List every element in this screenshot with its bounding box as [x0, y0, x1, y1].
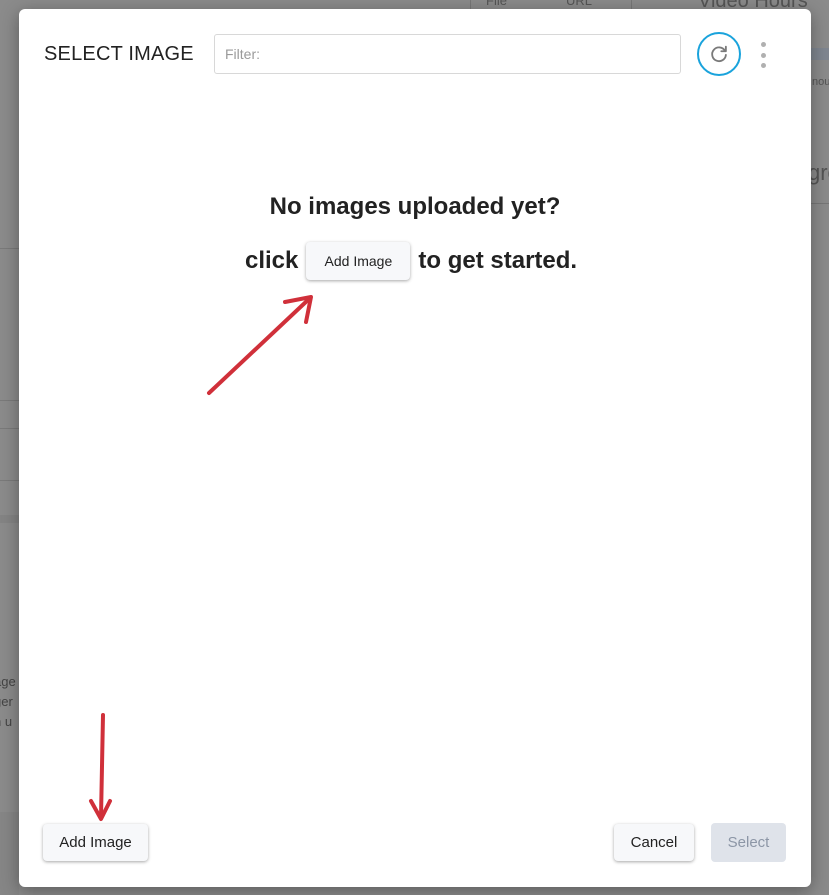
- background-divider: [811, 203, 829, 204]
- background-divider: [0, 515, 19, 523]
- background-divider: [0, 248, 19, 249]
- background-divider: [0, 428, 19, 429]
- select-image-dialog: SELECT IMAGE No images uploaded yet? cli…: [19, 9, 811, 887]
- background-snippet: gre: [808, 160, 829, 185]
- annotation-arrow-diagonal: [207, 295, 313, 395]
- select-button[interactable]: Select: [711, 823, 786, 862]
- empty-state-line: click Add Image to get started.: [245, 240, 577, 282]
- more-options-button[interactable]: [755, 42, 771, 68]
- background-snippet: nou: [812, 76, 829, 88]
- annotation-arrow-down: [89, 713, 112, 821]
- empty-state-suffix: to get started.: [418, 247, 578, 274]
- inline-add-image-button[interactable]: Add Image: [306, 242, 411, 280]
- refresh-button[interactable]: [697, 32, 741, 76]
- empty-state-heading: No images uploaded yet?: [269, 193, 561, 220]
- filter-input[interactable]: [214, 34, 681, 74]
- background-divider: [0, 400, 19, 401]
- background-snippet: n u: [0, 714, 13, 729]
- kebab-menu-icon: [760, 52, 766, 58]
- refresh-icon: [711, 45, 727, 63]
- kebab-menu-icon: [760, 63, 766, 68]
- background-file-tab: File: [486, 0, 507, 8]
- background-divider: [0, 480, 19, 481]
- background-snippet: age: [0, 674, 16, 689]
- annotation-arrows: [89, 295, 313, 821]
- empty-state-prefix: click: [245, 247, 299, 274]
- background-left-text: age ger n u: [0, 672, 16, 732]
- kebab-menu-icon: [760, 42, 766, 47]
- background-strip: [811, 48, 829, 60]
- cancel-button[interactable]: Cancel: [614, 824, 694, 861]
- background-panel: [0, 812, 19, 895]
- background-snippet: ger: [0, 694, 13, 709]
- add-image-button[interactable]: Add Image: [43, 824, 148, 861]
- background-url-tab: URL: [566, 0, 593, 8]
- dialog-title: SELECT IMAGE: [44, 43, 194, 65]
